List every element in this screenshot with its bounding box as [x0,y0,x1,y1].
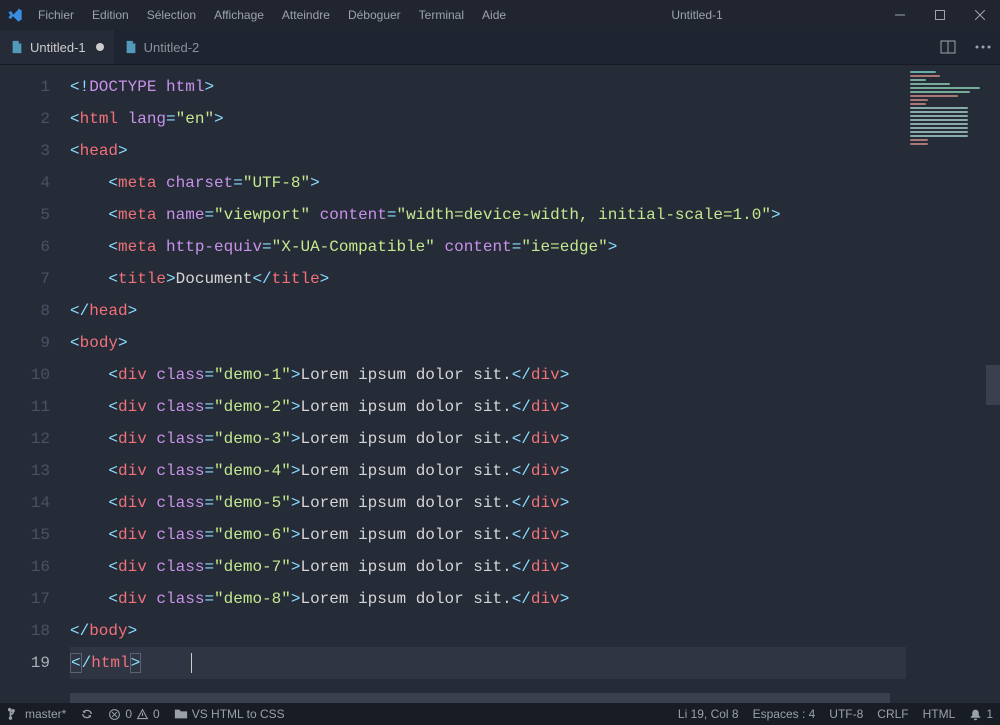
vertical-scrollbar[interactable] [986,65,1000,703]
horizontal-scrollbar[interactable] [70,693,1000,703]
maximize-button[interactable] [920,0,960,30]
code-line: <head> [70,135,1000,167]
code-line: <div class="demo-4">Lorem ipsum dolor si… [70,455,1000,487]
menu-edition[interactable]: Edition [84,8,137,22]
split-editor-icon[interactable] [930,30,965,64]
code-line: <body> [70,327,1000,359]
status-folder[interactable]: VS HTML to CSS [167,707,292,721]
bell-icon [969,708,982,721]
code-area[interactable]: <!DOCTYPE html><html lang="en"><head> <m… [70,65,1000,703]
folder-icon [174,707,188,721]
minimap[interactable] [906,65,986,703]
line-number: 5 [0,199,50,231]
line-number: 10 [0,359,50,391]
line-number: 9 [0,327,50,359]
code-line: <!DOCTYPE html> [70,71,1000,103]
code-line: </body> [70,615,1000,647]
code-line: <meta http-equiv="X-UA-Compatible" conte… [70,231,1000,263]
status-bar: master* 0 0 VS HTML to CSS Li 19, Col 8 … [0,703,1000,725]
line-number: 6 [0,231,50,263]
status-encoding[interactable]: UTF-8 [822,707,870,721]
tab-untitled-2[interactable]: Untitled-2 [114,30,210,64]
line-number: 18 [0,615,50,647]
sync-icon [80,707,94,721]
code-line: </html> [70,647,1000,679]
line-number: 19 [0,647,50,679]
titlebar: FichierEditionSélectionAffichageAtteindr… [0,0,1000,30]
menu-affichage[interactable]: Affichage [206,8,272,22]
code-line: <meta charset="UTF-8"> [70,167,1000,199]
line-number: 2 [0,103,50,135]
code-line: <div class="demo-1">Lorem ipsum dolor si… [70,359,1000,391]
file-icon [10,40,24,54]
window-controls [880,0,1000,30]
menu-bar: FichierEditionSélectionAffichageAtteindr… [30,8,514,22]
close-button[interactable] [960,0,1000,30]
status-language[interactable]: HTML [916,707,963,721]
vscode-logo-icon [0,7,30,23]
menu-terminal[interactable]: Terminal [411,8,472,22]
code-line: <div class="demo-2">Lorem ipsum dolor si… [70,391,1000,423]
line-gutter: 12345678910111213141516171819 [0,65,70,703]
line-number: 4 [0,167,50,199]
code-line: <meta name="viewport" content="width=dev… [70,199,1000,231]
status-eol[interactable]: CRLF [870,707,915,721]
status-indent[interactable]: Espaces : 4 [746,707,823,721]
line-number: 16 [0,551,50,583]
menu-déboguer[interactable]: Déboguer [340,8,409,22]
code-line: <div class="demo-6">Lorem ipsum dolor si… [70,519,1000,551]
line-number: 17 [0,583,50,615]
editor[interactable]: 12345678910111213141516171819 <!DOCTYPE … [0,65,1000,703]
status-branch[interactable]: master* [0,707,73,721]
code-line: <div class="demo-8">Lorem ipsum dolor si… [70,583,1000,615]
line-number: 14 [0,487,50,519]
status-notifications[interactable]: 1 [962,707,1000,721]
window-title: Untitled-1 [514,8,880,22]
line-number: 3 [0,135,50,167]
warning-icon [136,708,149,721]
git-branch-icon [7,707,21,721]
file-icon [124,40,138,54]
line-number: 8 [0,295,50,327]
line-number: 11 [0,391,50,423]
code-line: </head> [70,295,1000,327]
line-number: 1 [0,71,50,103]
line-number: 7 [0,263,50,295]
menu-sélection[interactable]: Sélection [139,8,204,22]
more-actions-icon[interactable] [965,30,1000,64]
code-line: <title>Document</title> [70,263,1000,295]
code-line: <div class="demo-7">Lorem ipsum dolor si… [70,551,1000,583]
status-problems[interactable]: 0 0 [101,707,166,721]
dirty-indicator-icon [96,43,104,51]
line-number: 12 [0,423,50,455]
code-line: <div class="demo-5">Lorem ipsum dolor si… [70,487,1000,519]
status-sync[interactable] [73,707,101,721]
minimize-button[interactable] [880,0,920,30]
code-line: <div class="demo-3">Lorem ipsum dolor si… [70,423,1000,455]
status-cursor-pos[interactable]: Li 19, Col 8 [671,707,746,721]
code-line: <html lang="en"> [70,103,1000,135]
menu-aide[interactable]: Aide [474,8,514,22]
line-number: 13 [0,455,50,487]
tab-untitled-1[interactable]: Untitled-1 [0,30,114,64]
menu-atteindre[interactable]: Atteindre [274,8,338,22]
line-number: 15 [0,519,50,551]
menu-fichier[interactable]: Fichier [30,8,82,22]
tab-bar: Untitled-1Untitled-2 [0,30,1000,65]
error-icon [108,708,121,721]
